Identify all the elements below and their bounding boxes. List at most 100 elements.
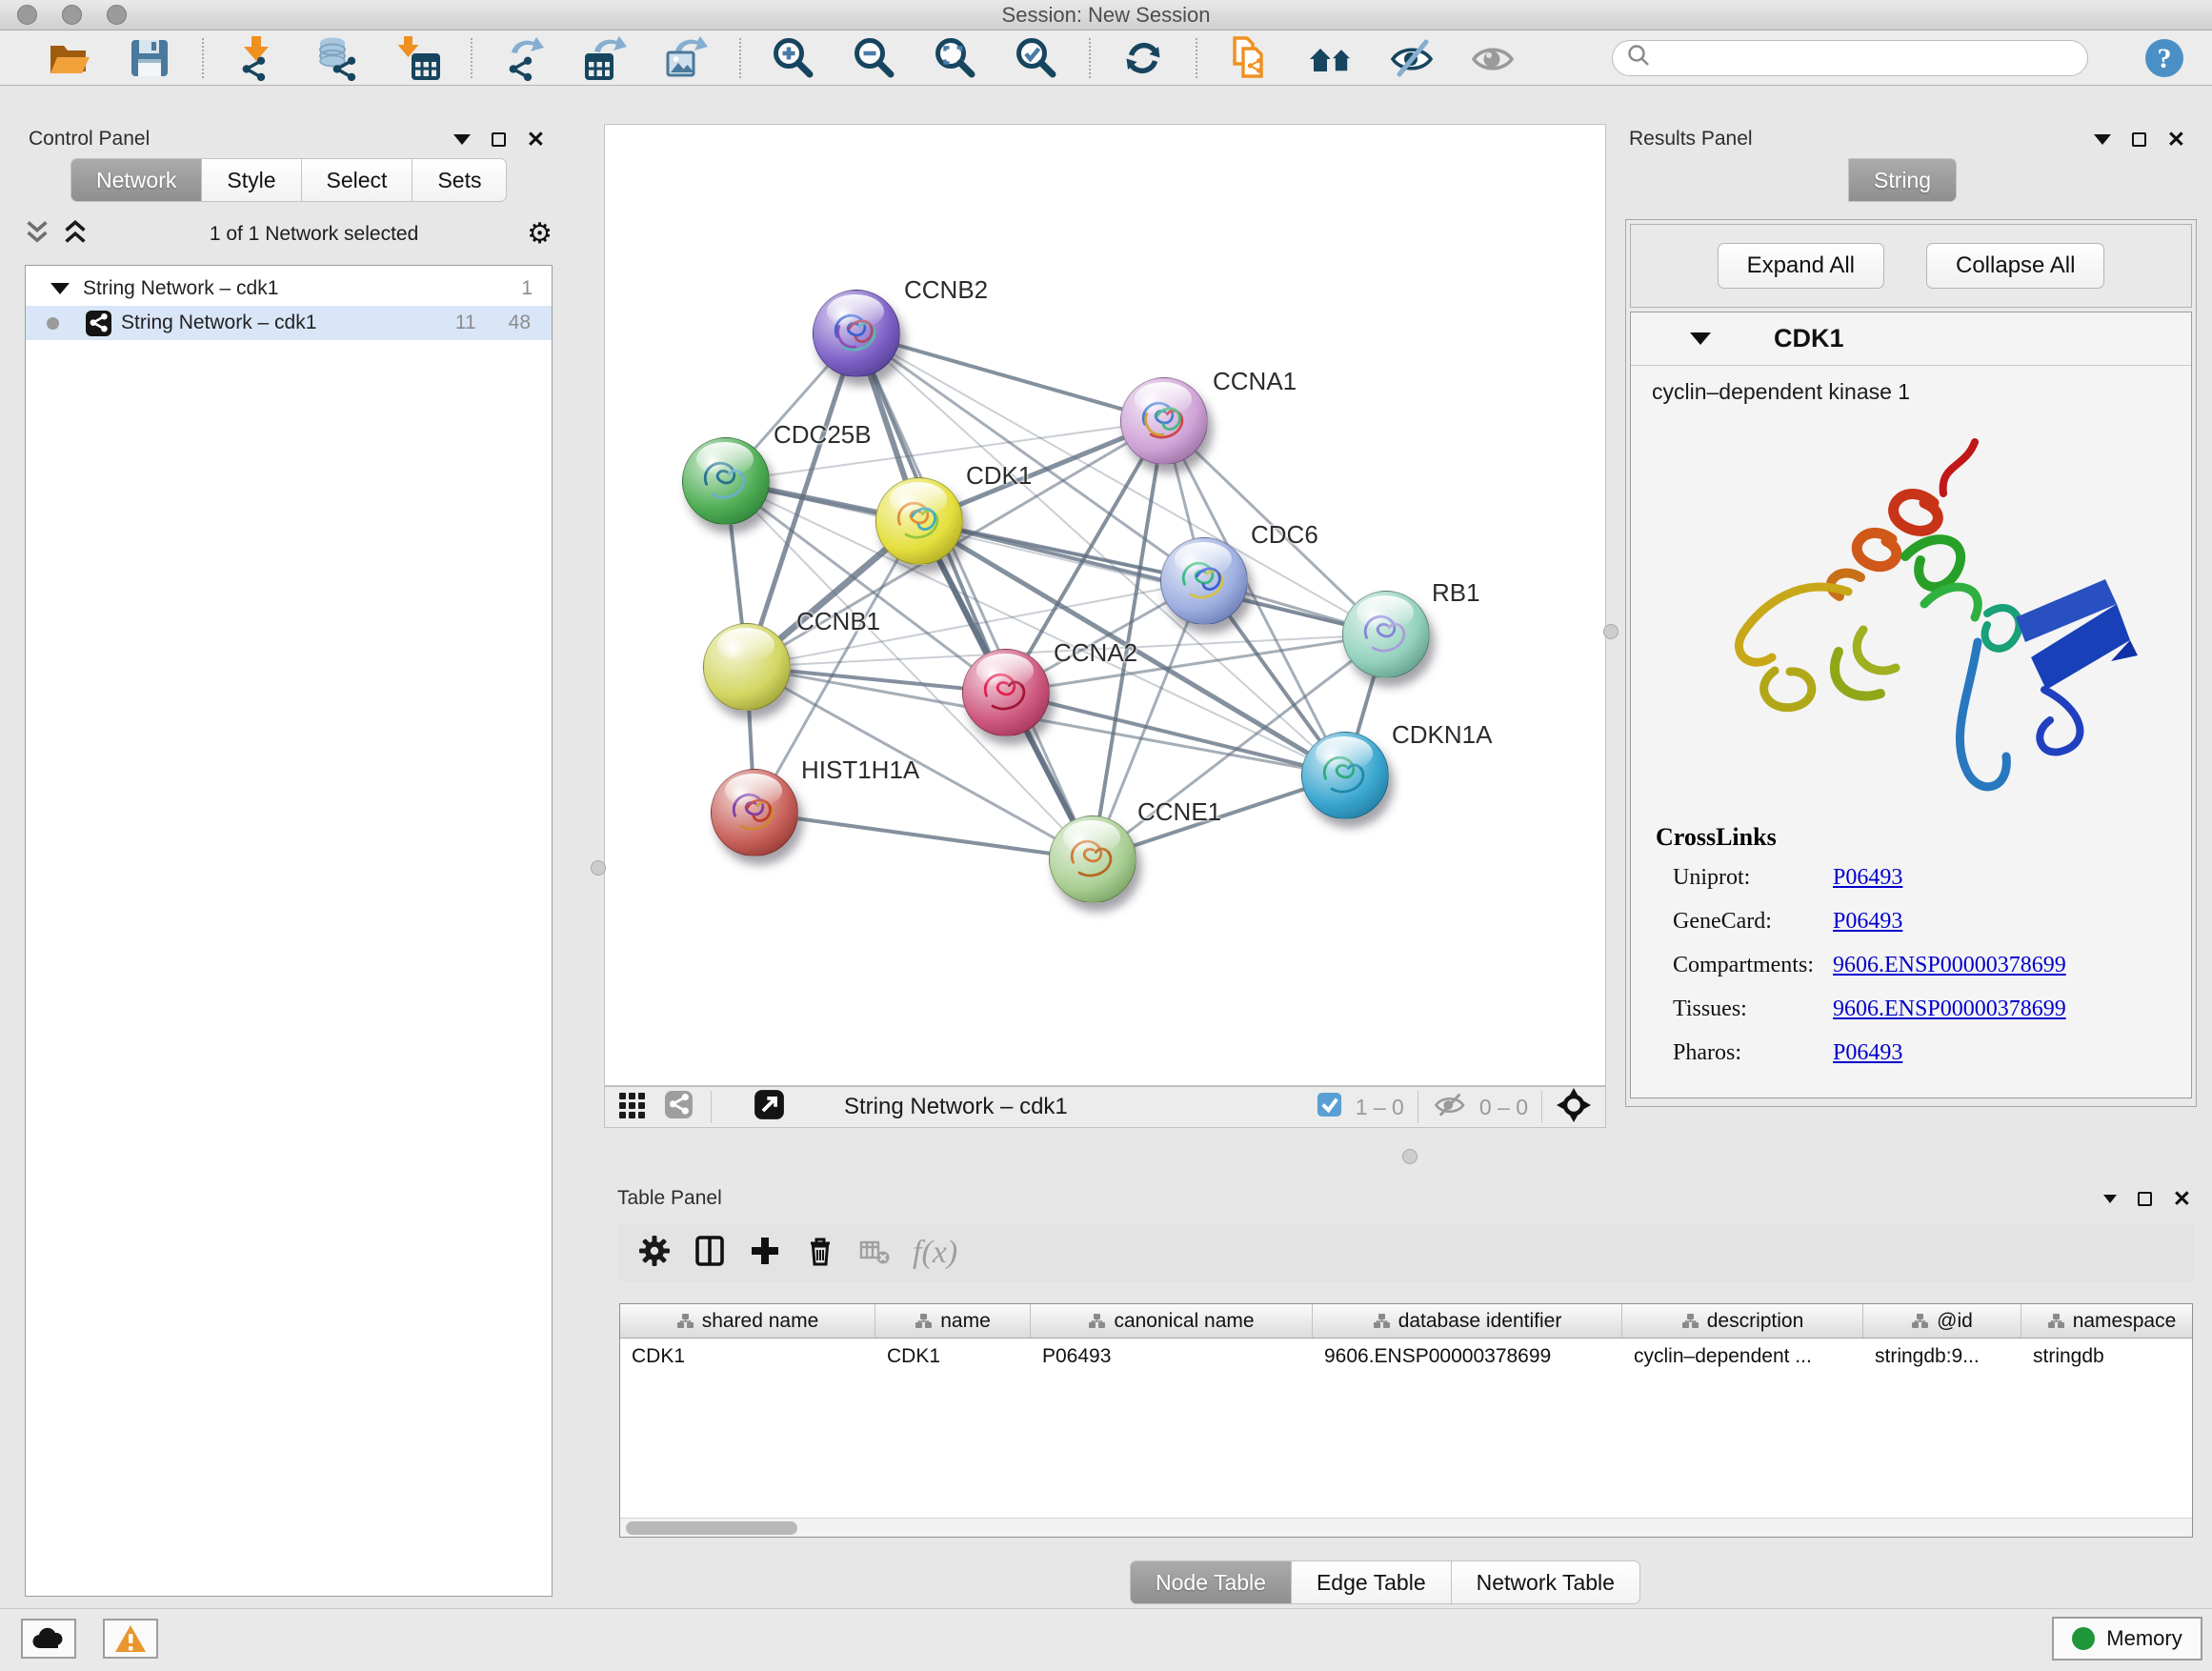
zoom-in-icon[interactable] bbox=[771, 35, 816, 81]
panel-float-icon[interactable] bbox=[2132, 132, 2146, 147]
column-header-canonicalname[interactable]: canonical name bbox=[1031, 1304, 1313, 1338]
network-node-ccnb2[interactable] bbox=[813, 290, 900, 377]
zoom-out-icon[interactable] bbox=[852, 35, 897, 81]
cloud-status-button[interactable] bbox=[21, 1619, 76, 1659]
network-node-rb1[interactable] bbox=[1342, 591, 1430, 678]
tab-select[interactable]: Select bbox=[302, 158, 413, 202]
column-header-name[interactable]: name bbox=[875, 1304, 1031, 1338]
help-icon[interactable]: ? bbox=[2142, 35, 2187, 81]
crosshair-icon[interactable] bbox=[1556, 1087, 1592, 1128]
zoom-selected-icon[interactable] bbox=[1014, 35, 1059, 81]
export-network-icon[interactable] bbox=[502, 35, 548, 81]
crosslink-link[interactable]: 9606.ENSP00000378699 bbox=[1833, 997, 2066, 1022]
function-builder-icon[interactable]: f(x) bbox=[913, 1235, 957, 1271]
column-header-namespace[interactable]: namespace bbox=[2021, 1304, 2193, 1338]
first-neighbors-icon[interactable] bbox=[1308, 35, 1354, 81]
left-splitter-handle[interactable] bbox=[591, 860, 606, 876]
network-options-gear-icon[interactable]: ⚙ bbox=[527, 220, 553, 249]
network-node-cdc6[interactable] bbox=[1160, 537, 1248, 625]
node-label-ccna2: CCNA2 bbox=[1054, 638, 1137, 668]
tab-string[interactable]: String bbox=[1848, 158, 1957, 202]
show-all-icon[interactable] bbox=[1470, 35, 1516, 81]
network-node-ccna2[interactable] bbox=[962, 649, 1050, 736]
close-window-button[interactable] bbox=[17, 5, 37, 25]
crosslink-link[interactable]: P06493 bbox=[1833, 909, 1902, 935]
export-image-icon[interactable] bbox=[664, 35, 710, 81]
hide-selected-icon[interactable] bbox=[1389, 35, 1435, 81]
save-session-icon[interactable] bbox=[127, 35, 172, 81]
selected-checkbox-icon[interactable] bbox=[1317, 1092, 1342, 1122]
search-input[interactable] bbox=[1651, 47, 2061, 69]
import-network-icon[interactable] bbox=[233, 35, 279, 81]
network-row-selected[interactable]: String Network – cdk1 11 48 bbox=[26, 306, 552, 340]
export-table-icon[interactable] bbox=[583, 35, 629, 81]
table-row[interactable]: CDK1CDK1P064939606.ENSP00000378699cyclin… bbox=[620, 1339, 2192, 1375]
open-session-icon[interactable] bbox=[46, 35, 91, 81]
panel-float-icon[interactable] bbox=[492, 132, 506, 147]
collapse-entry-icon[interactable] bbox=[1690, 332, 1711, 345]
hidden-eye-slash-icon[interactable] bbox=[1432, 1091, 1466, 1124]
crosslink-link[interactable]: P06493 bbox=[1833, 1040, 1902, 1066]
table-horizontal-scrollbar[interactable] bbox=[620, 1518, 2192, 1537]
split-columns-icon[interactable] bbox=[694, 1235, 726, 1272]
tab-node-table[interactable]: Node Table bbox=[1130, 1560, 1292, 1604]
crosslink-link[interactable]: 9606.ENSP00000378699 bbox=[1833, 953, 2066, 978]
toolbar-separator bbox=[202, 38, 204, 78]
refresh-icon[interactable] bbox=[1120, 35, 1166, 81]
network-collection-row[interactable]: String Network – cdk1 1 bbox=[26, 272, 552, 306]
collapse-all-icon[interactable] bbox=[25, 220, 50, 250]
panel-minimize-icon[interactable] bbox=[2103, 1195, 2117, 1203]
delete-column-trash-icon[interactable] bbox=[804, 1235, 836, 1272]
network-node-cdkn1a[interactable] bbox=[1301, 732, 1389, 819]
panel-close-icon[interactable]: ✕ bbox=[2167, 129, 2185, 151]
node-table[interactable]: shared namenamecanonical namedatabase id… bbox=[619, 1303, 2193, 1538]
tab-style[interactable]: Style bbox=[202, 158, 301, 202]
network-node-ccna1[interactable] bbox=[1120, 377, 1208, 465]
warnings-button[interactable] bbox=[103, 1619, 158, 1659]
network-share-icon[interactable] bbox=[664, 1090, 694, 1124]
crosslink-link[interactable]: P06493 bbox=[1833, 865, 1902, 891]
column-header-databaseidentifier[interactable]: database identifier bbox=[1313, 1304, 1622, 1338]
network-node-cdc25b[interactable] bbox=[682, 437, 770, 525]
minimize-window-button[interactable] bbox=[62, 5, 82, 25]
zoom-fit-icon[interactable] bbox=[933, 35, 978, 81]
import-table-icon[interactable] bbox=[395, 35, 441, 81]
node-detail-header[interactable]: CDK1 bbox=[1631, 312, 2191, 366]
tab-network[interactable]: Network bbox=[70, 158, 202, 202]
panel-minimize-icon[interactable] bbox=[2094, 134, 2111, 145]
panel-close-icon[interactable]: ✕ bbox=[2173, 1188, 2191, 1210]
add-column-icon[interactable] bbox=[749, 1235, 781, 1272]
collection-expand-icon[interactable] bbox=[50, 283, 70, 294]
network-canvas[interactable]: CCNB2CCNA1CDC25BCDK1CDC6RB1CCNB1CCNA2CDK… bbox=[604, 124, 1606, 1086]
network-node-ccne1[interactable] bbox=[1049, 815, 1136, 903]
delete-table-icon[interactable] bbox=[859, 1237, 890, 1270]
maximize-window-button[interactable] bbox=[107, 5, 127, 25]
column-header-sharedname[interactable]: shared name bbox=[620, 1304, 875, 1338]
memory-button[interactable]: Memory bbox=[2052, 1617, 2202, 1661]
tab-edge-table[interactable]: Edge Table bbox=[1292, 1560, 1452, 1604]
node-gloss bbox=[976, 654, 1034, 688]
open-in-window-icon[interactable] bbox=[754, 1089, 785, 1125]
panel-float-icon[interactable] bbox=[2138, 1192, 2152, 1206]
bottom-splitter-handle[interactable] bbox=[1402, 1149, 1418, 1164]
column-header-id[interactable]: @id bbox=[1863, 1304, 2021, 1338]
expand-all-icon[interactable] bbox=[63, 220, 88, 250]
tab-network-table[interactable]: Network Table bbox=[1452, 1560, 1640, 1604]
import-network-database-icon[interactable] bbox=[314, 35, 360, 81]
scrollbar-thumb[interactable] bbox=[626, 1521, 797, 1535]
network-node-ccnb1[interactable] bbox=[703, 623, 791, 711]
birdseye-grid-icon[interactable] bbox=[618, 1091, 647, 1124]
network-node-cdk1[interactable] bbox=[875, 477, 963, 565]
table-settings-gear-icon[interactable] bbox=[638, 1235, 671, 1272]
node-detail-card: CDK1 cyclin–dependent kinase 1 bbox=[1630, 312, 2192, 1098]
column-header-description[interactable]: description bbox=[1622, 1304, 1863, 1338]
search-box[interactable] bbox=[1612, 40, 2088, 76]
open-recent-session-icon[interactable] bbox=[1227, 35, 1273, 81]
collapse-all-button[interactable]: Collapse All bbox=[1926, 243, 2104, 289]
network-node-hist1h1a[interactable] bbox=[711, 769, 798, 856]
window-title: Session: New Session bbox=[0, 3, 2212, 28]
panel-minimize-icon[interactable] bbox=[453, 134, 471, 145]
panel-close-icon[interactable]: ✕ bbox=[527, 129, 545, 151]
tab-sets[interactable]: Sets bbox=[412, 158, 507, 202]
expand-all-button[interactable]: Expand All bbox=[1718, 243, 1884, 289]
